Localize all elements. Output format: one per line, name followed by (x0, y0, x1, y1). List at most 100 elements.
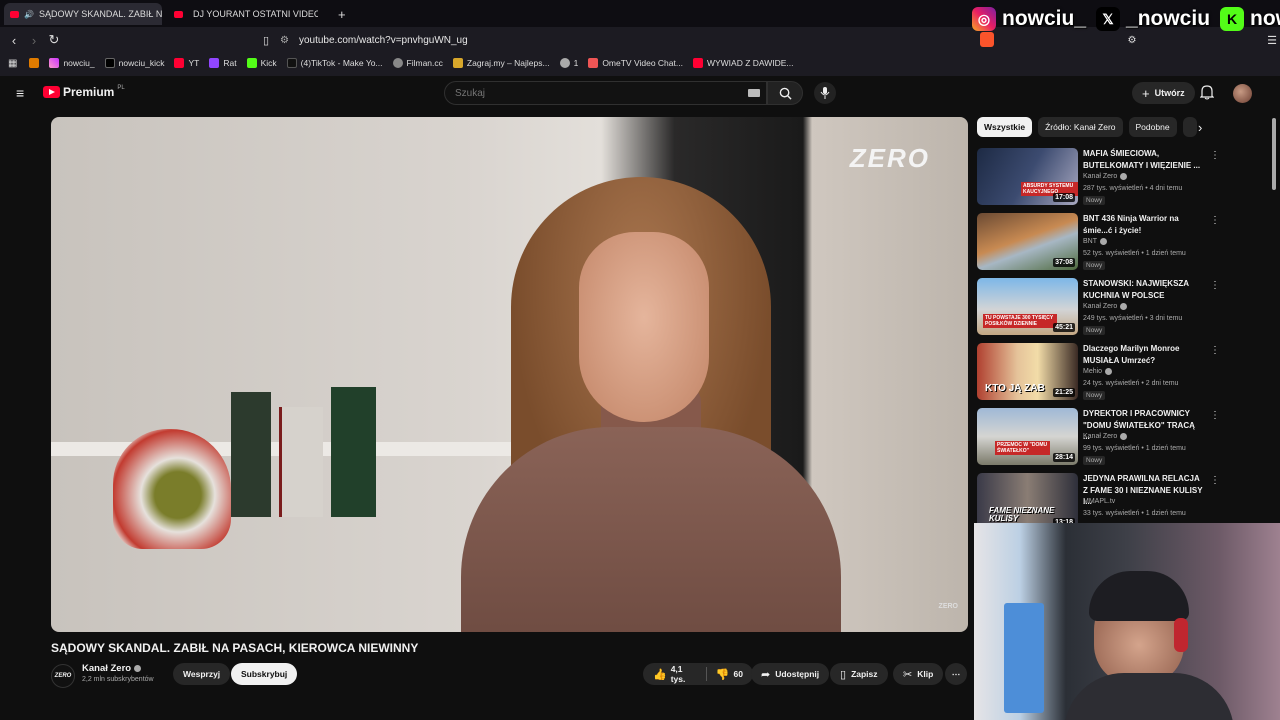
search-input[interactable] (445, 82, 725, 104)
verified-icon (1105, 368, 1113, 375)
more-vert-icon[interactable]: ⋮ (1210, 410, 1220, 421)
recommendation-thumbnail[interactable]: KTO JĄ ZAB 21:25 (977, 343, 1078, 400)
clip-button[interactable]: ✂ Klip (893, 663, 944, 685)
bookmark-item[interactable] (29, 58, 40, 68)
recommendation-channel[interactable]: Kanał Zero (1083, 173, 1128, 180)
support-button[interactable]: Wesprzyj (173, 663, 231, 685)
more-actions-button[interactable]: ⋯ (945, 663, 967, 685)
extensions-icon[interactable]: ⚙ (1122, 35, 1142, 46)
bookmark-item[interactable]: Rat (209, 58, 237, 68)
recommendation-item[interactable]: ABSURDY SYSTEMU KAUCYJNEGO 17:08 MAFIA Ś… (977, 148, 1220, 206)
bookmark-item[interactable]: YT (174, 58, 199, 68)
speaker-icon: 🔊 (24, 9, 34, 19)
bookmark-item[interactable]: WYWIAD Z DAWIDE... (692, 58, 794, 68)
notification-bell-icon[interactable] (1200, 85, 1214, 100)
scrollbar-thumb[interactable] (1272, 118, 1276, 190)
channel-name[interactable]: Kanał Zero (82, 663, 142, 674)
tab-inactive[interactable]: DJ YOURANT OSTATNI VIDEOSET (168, 3, 318, 25)
search-icon (779, 87, 792, 100)
recommendation-thumbnail[interactable]: ABSURDY SYSTEMU KAUCYJNEGO 17:08 (977, 148, 1078, 205)
search-button[interactable] (767, 81, 803, 105)
like-button[interactable]: 👍 4,1 tys. (653, 664, 697, 684)
keyboard-icon[interactable] (748, 89, 760, 97)
recommendation-item[interactable]: TU POWSTAJE 300 TYSIĘCY POSIŁKÓW DZIENNI… (977, 278, 1220, 336)
bookmark-item[interactable]: Zagraj.my – Najleps... (452, 58, 550, 68)
chip-related[interactable]: Podobne (1128, 117, 1177, 137)
forward-icon[interactable]: › (24, 33, 44, 48)
recommendation-title[interactable]: STANOWSKI: NAJWIĘKSZA KUCHNIA W POLSCE (1083, 278, 1203, 301)
recommendation-title[interactable]: MAFIA ŚMIECIOWA, BUTELKOMATY I WIĘZIENIE… (1083, 148, 1203, 171)
recommendation-meta: 24 tys. wyświetleń • 2 dni temu (1083, 380, 1179, 387)
recommendation-meta: 99 tys. wyświetleń • 1 dzień temu (1083, 445, 1186, 452)
more-vert-icon[interactable]: ⋮ (1210, 280, 1220, 291)
globe-icon (392, 58, 403, 68)
voice-search-button[interactable] (814, 82, 836, 104)
hamburger-menu-icon[interactable]: ≡ (16, 85, 24, 101)
recommendation-item[interactable]: 37:08 BNT 436 Ninja Warrior na śmie...ć … (977, 213, 1220, 271)
tab-active[interactable]: 🔊 SĄDOWY SKANDAL. ZABIŁ N ✕ (4, 3, 162, 25)
verified-icon (134, 665, 142, 672)
dislike-button[interactable]: 👎 60 (716, 668, 743, 681)
kick-icon (246, 58, 257, 68)
new-badge: Nowy (1083, 196, 1106, 205)
bookmark-item[interactable]: nowciu_ (49, 58, 95, 68)
globe-icon (559, 58, 570, 68)
recommendation-thumbnail[interactable]: FAME NIEZNANE KULISY 13:18 (977, 473, 1078, 530)
recommendation-channel[interactable]: Kanał Zero (1083, 303, 1128, 310)
chip-all[interactable]: Wszystkie (977, 117, 1033, 137)
back-icon[interactable]: ‹ (4, 33, 24, 48)
channel-avatar[interactable]: ZERO (51, 664, 75, 688)
bookmark-item[interactable]: OmeTV Video Chat... (588, 58, 683, 68)
video-player[interactable]: ZERO ZERO (51, 117, 968, 632)
bookmark-item[interactable]: nowciu_kick (104, 58, 164, 68)
more-vert-icon[interactable]: ⋮ (1210, 475, 1220, 486)
create-button[interactable]: + Utwórz (1132, 82, 1195, 104)
recommendation-title[interactable]: Dlaczego Marilyn Monroe MUSIAŁA Umrzeć? (1083, 343, 1203, 366)
channel-watermark: ZERO (849, 143, 930, 173)
thumbs-down-icon: 👎 (715, 668, 730, 681)
bookmark-item[interactable]: (4)TikTok - Make Yo... (286, 58, 383, 68)
recommendation-item[interactable]: KTO JĄ ZAB 21:25 Dlaczego Marilyn Monroe… (977, 343, 1220, 401)
address-bar[interactable]: ⚙ youtube.com/watch?v=pnvhguWN_ug (280, 30, 1002, 50)
like-dislike-group: 👍 4,1 tys. 👎 60 (643, 663, 753, 685)
bookmark-icon[interactable]: ▯ (256, 34, 276, 47)
tiktok-icon (286, 58, 297, 68)
recommendation-thumbnail[interactable]: PRZEMOC W "DOMU ŚWIATEŁKO" 28:14 (977, 408, 1078, 465)
save-icon: ▯ (840, 668, 847, 681)
microphone-icon (820, 87, 830, 99)
recommendation-thumbnail[interactable]: TU POWSTAJE 300 TYSIĘCY POSIŁKÓW DZIENNI… (977, 278, 1078, 335)
youtube-logo[interactable]: Premium PL (43, 85, 125, 99)
new-badge: Nowy (1083, 326, 1106, 335)
video-subject (461, 177, 841, 632)
bookmark-item[interactable]: Kick (246, 58, 277, 68)
recommendation-channel[interactable]: MMAPL.tv (1083, 498, 1115, 505)
recommendation-title[interactable]: BNT 436 Ninja Warrior na śmie...ć i życi… (1083, 213, 1203, 236)
more-vert-icon[interactable]: ⋮ (1210, 345, 1220, 356)
recommendation-channel[interactable]: Mehio (1083, 368, 1113, 375)
site-info-icon[interactable]: ⚙ (280, 35, 289, 46)
share-button[interactable]: ➦ Udostępnij (751, 663, 830, 685)
recommendation-item[interactable]: PRZEMOC W "DOMU ŚWIATEŁKO" 28:14 DYREKTO… (977, 408, 1220, 466)
reload-icon[interactable]: ↻ (44, 32, 64, 48)
headphone-earcup (1174, 618, 1188, 652)
apps-grid-icon[interactable]: ▦ (8, 58, 17, 69)
bookmark-item[interactable]: 1 (559, 58, 578, 68)
game-icon (452, 58, 463, 68)
related-chips: Wszystkie Źródło: Kanał Zero Podobne (977, 117, 1197, 137)
chevron-right-icon[interactable]: › (1198, 120, 1202, 135)
recommendation-thumbnail[interactable]: 37:08 (977, 213, 1078, 270)
subscribe-button[interactable]: Subskrybuj (231, 663, 298, 685)
bookmark-item[interactable]: Filman.cc (392, 58, 443, 68)
new-tab-button[interactable]: + (332, 3, 352, 25)
chip-truncated[interactable] (1182, 117, 1197, 137)
save-button[interactable]: ▯ Zapisz (830, 663, 888, 685)
recommendation-channel[interactable]: BNT (1083, 238, 1107, 245)
chip-source[interactable]: Źródło: Kanał Zero (1038, 117, 1123, 137)
new-badge: Nowy (1083, 456, 1106, 465)
stream-social-overlay: ◎ nowciu_ 𝕏 _nowciu K nowciu (972, 2, 1280, 36)
more-vert-icon[interactable]: ⋮ (1210, 150, 1220, 161)
x-icon: 𝕏 (1096, 7, 1121, 31)
more-vert-icon[interactable]: ⋮ (1210, 215, 1220, 226)
user-avatar[interactable] (1233, 84, 1252, 103)
recommendation-channel[interactable]: Kanał Zero (1083, 433, 1128, 440)
